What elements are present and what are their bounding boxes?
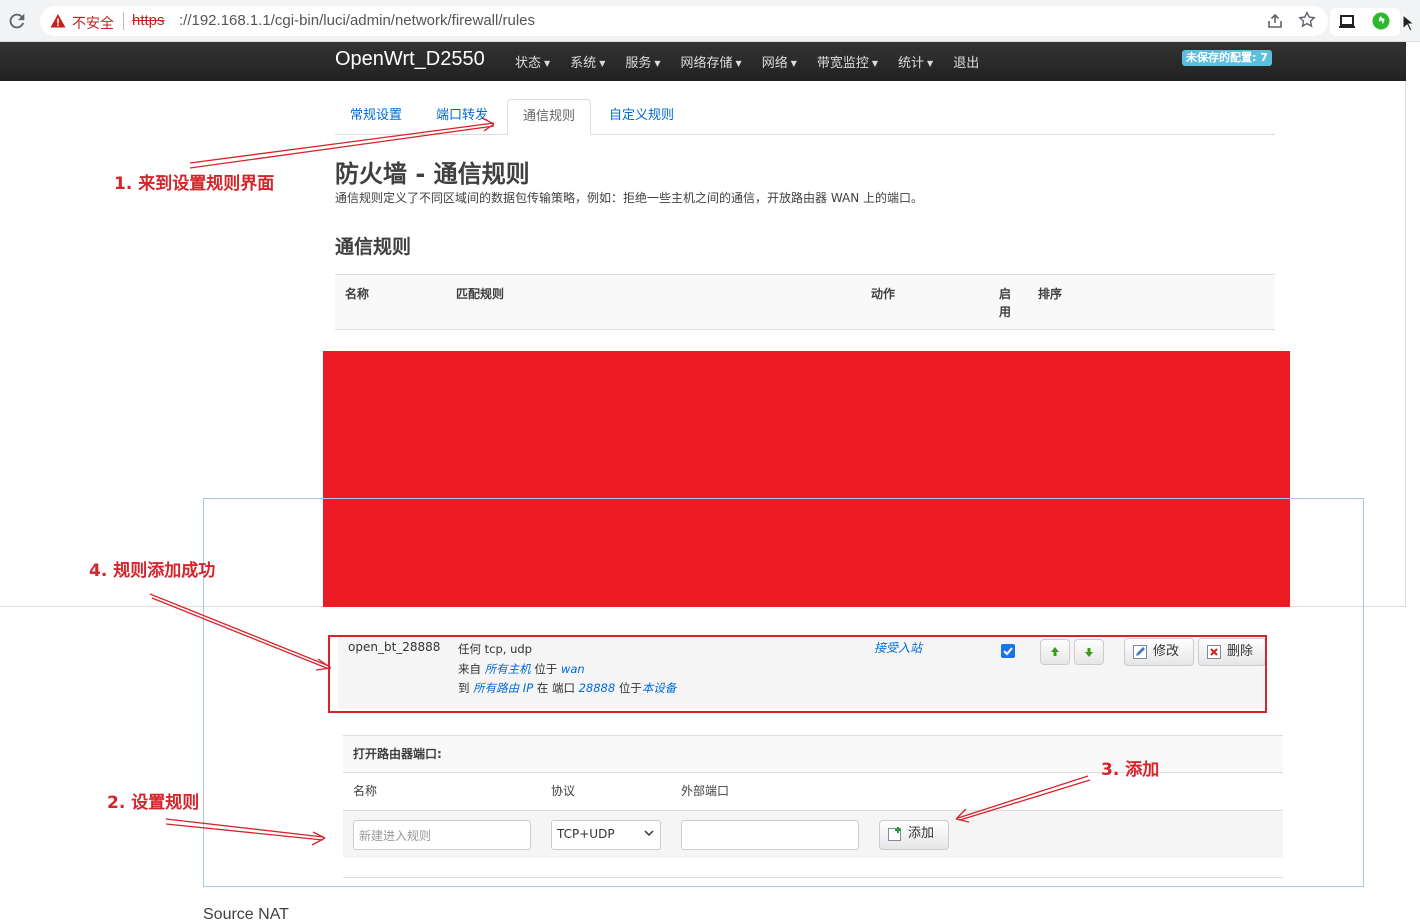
extension-green-icon[interactable] xyxy=(1372,12,1390,30)
col-enable-2: 用 xyxy=(999,305,1012,319)
browser-toolbar: 不安全 https ://192.168.1.1/cgi-bin/luci/ad… xyxy=(0,0,1420,42)
caret-down-icon: ▼ xyxy=(871,59,879,68)
label-name: 名称 xyxy=(353,784,378,798)
insecure-label: 不安全 xyxy=(72,16,114,32)
laptop-icon[interactable] xyxy=(1338,14,1356,30)
tab-port-forward[interactable]: 端口转发 xyxy=(421,99,503,135)
add-label: 添加 xyxy=(908,826,935,841)
menu-system[interactable]: 系统 ▼ xyxy=(570,52,605,71)
page-title: 防火墙 - 通信规则 xyxy=(335,160,530,188)
url-separator xyxy=(123,12,124,30)
next-section-title: Source NAT xyxy=(203,906,289,920)
firewall-tabs: 常规设置 端口转发 通信规则 自定义规则 xyxy=(335,99,1275,135)
open-ports-title: 打开路由器端口: xyxy=(353,747,442,761)
reload-icon[interactable] xyxy=(6,10,28,32)
menu-label: 统计 xyxy=(898,56,925,71)
col-enable-1: 启 xyxy=(999,287,1012,301)
url-scheme: https xyxy=(132,12,165,29)
tab-custom-rules[interactable]: 自定义规则 xyxy=(594,99,689,135)
menu-label: 带宽监控 xyxy=(816,56,869,71)
tab-general[interactable]: 常规设置 xyxy=(335,99,417,135)
share-icon[interactable] xyxy=(1266,12,1284,30)
label-external-port: 外部端口 xyxy=(681,784,730,798)
menu-logout[interactable]: 退出 xyxy=(953,52,979,71)
menu-nas[interactable]: 网络存储 ▼ xyxy=(681,52,742,71)
bookmark-star-icon[interactable] xyxy=(1298,11,1316,29)
tab-traffic-rules[interactable]: 通信规则 xyxy=(507,99,592,135)
caret-down-icon: ▼ xyxy=(790,59,797,68)
caret-down-icon: ▼ xyxy=(927,59,934,68)
unsaved-changes-badge[interactable]: 未保存的配置: 7 xyxy=(1182,50,1272,66)
caret-down-icon: ▼ xyxy=(654,59,661,68)
annotation-step-3: 3. 添加 xyxy=(1101,760,1160,780)
col-match: 匹配规则 xyxy=(456,287,505,301)
top-navbar: OpenWrt_D2550 状态 ▼ 系统 ▼ 服务 ▼ 网络存储 ▼ 网络 ▼ 带宽监控… xyxy=(0,42,1406,81)
label-protocol: 协议 xyxy=(551,784,576,798)
menu-label: 服务 xyxy=(625,56,652,71)
menu-label: 网络 xyxy=(761,56,788,71)
col-action: 动作 xyxy=(871,287,896,301)
caret-down-icon: ▼ xyxy=(735,59,742,68)
external-port-input[interactable] xyxy=(681,820,859,850)
main-menu: 状态 ▼ 系统 ▼ 服务 ▼ 网络存储 ▼ 网络 ▼ 带宽监控 ▼ 统计 ▼ 退出 xyxy=(515,52,999,71)
menu-statistics[interactable]: 统计 ▼ xyxy=(898,52,933,71)
caret-down-icon: ▼ xyxy=(544,59,551,68)
protocol-value: TCP+UDP xyxy=(557,827,615,841)
menu-status[interactable]: 状态 ▼ xyxy=(515,52,550,71)
warning-icon[interactable] xyxy=(50,13,66,29)
annotation-step-4: 4. 规则添加成功 xyxy=(89,561,216,581)
url-text: ://192.168.1.1/cgi-bin/luci/admin/networ… xyxy=(179,12,536,29)
annotation-highlight-box xyxy=(328,635,1267,713)
mouse-cursor-icon xyxy=(1402,14,1414,32)
add-button[interactable]: 添加 xyxy=(879,820,949,850)
menu-network[interactable]: 网络 ▼ xyxy=(762,52,797,71)
annotation-step-2: 2. 设置规则 xyxy=(107,793,200,813)
protocol-select[interactable]: TCP+UDP xyxy=(551,820,661,850)
rules-table-header: 名称 匹配规则 动作 启 用 排序 xyxy=(335,274,1275,330)
annotation-step-1: 1. 来到设置规则界面 xyxy=(114,174,275,194)
divider xyxy=(343,877,1283,878)
brand-title[interactable]: OpenWrt_D2550 xyxy=(335,48,485,71)
menu-label: 状态 xyxy=(515,56,542,71)
page-description: 通信规则定义了不同区域间的数据包传输策略，例如：拒绝一些主机之间的通信，开放路由… xyxy=(335,191,924,205)
menu-label: 系统 xyxy=(570,56,597,71)
col-name: 名称 xyxy=(345,287,370,301)
section-title: 通信规则 xyxy=(335,236,412,258)
menu-bandwidth[interactable]: 带宽监控 ▼ xyxy=(817,52,878,71)
rule-name-input[interactable]: 新建进入规则 xyxy=(353,820,531,850)
chevron-down-icon xyxy=(644,830,654,837)
menu-label: 网络存储 xyxy=(680,56,733,71)
caret-down-icon: ▼ xyxy=(599,59,606,68)
add-icon xyxy=(888,827,901,841)
col-sort: 排序 xyxy=(1038,287,1063,301)
address-bar[interactable]: 不安全 https ://192.168.1.1/cgi-bin/luci/ad… xyxy=(40,6,1328,36)
menu-services[interactable]: 服务 ▼ xyxy=(625,52,660,71)
